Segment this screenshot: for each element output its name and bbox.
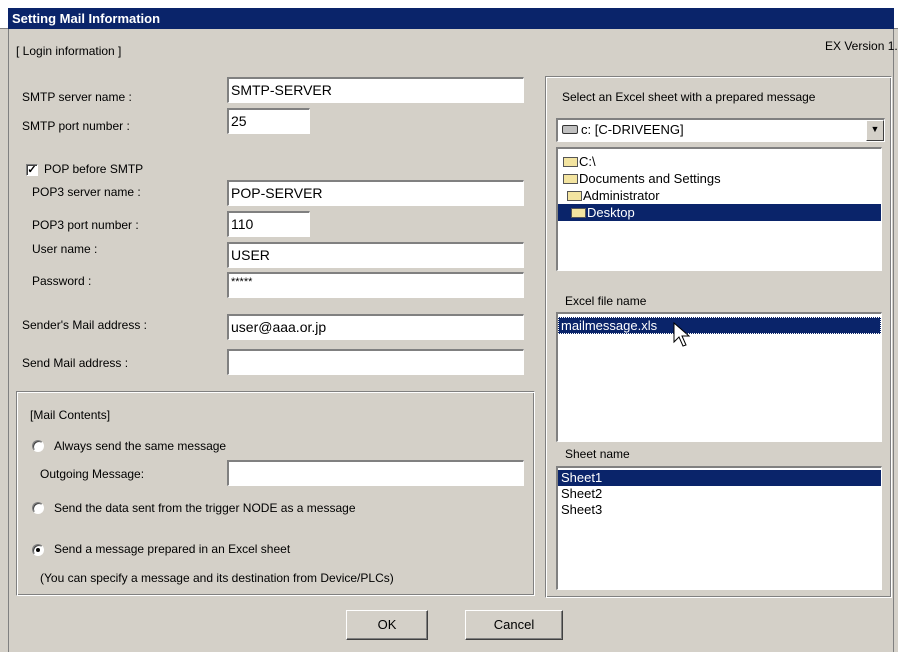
pop3-port-field[interactable]: 110 xyxy=(227,211,310,237)
window-right-edge xyxy=(893,29,894,652)
password-label: Password : xyxy=(32,274,92,288)
sheet-list[interactable]: Sheet1 Sheet2 Sheet3 xyxy=(556,466,882,590)
version-label: EX Version 1.00 xyxy=(825,39,898,53)
login-section-label: [ Login information ] xyxy=(16,44,122,58)
trigger-node-message-label: Send the data sent from the trigger NODE… xyxy=(54,501,356,515)
chevron-down-icon[interactable]: ▼ xyxy=(866,120,884,141)
user-name-label: User name : xyxy=(32,242,98,256)
window-left-edge xyxy=(8,29,9,652)
file-item[interactable]: mailmessage.xls xyxy=(558,317,881,334)
hard-drive-icon xyxy=(562,125,578,135)
drive-select[interactable]: c: [C-DRIVEENG] ▼ xyxy=(556,118,885,142)
excel-file-list[interactable]: mailmessage.xls xyxy=(556,312,882,442)
folder-item[interactable]: Desktop xyxy=(558,204,881,221)
folder-tree[interactable]: C:\ Documents and Settings Administrator… xyxy=(556,147,882,271)
sheet-item[interactable]: Sheet2 xyxy=(558,486,881,502)
excel-file-name-label: Excel file name xyxy=(565,294,647,308)
pop3-server-field[interactable]: POP-SERVER xyxy=(227,180,524,206)
sender-address-field[interactable]: user@aaa.or.jp xyxy=(227,314,524,340)
ok-button[interactable]: OK xyxy=(346,610,428,640)
sheet-name-label: Sheet name xyxy=(565,447,630,461)
password-field[interactable]: ***** xyxy=(227,272,524,298)
smtp-server-field[interactable]: SMTP-SERVER xyxy=(227,77,524,103)
excel-sheet-heading: Select an Excel sheet with a prepared me… xyxy=(562,90,816,104)
folder-icon xyxy=(563,173,578,184)
smtp-port-field[interactable]: 25 xyxy=(227,108,310,134)
folder-item[interactable]: C:\ xyxy=(558,153,881,170)
mouse-pointer-icon xyxy=(673,322,691,347)
sender-address-label: Sender's Mail address : xyxy=(22,318,148,332)
window-title: Setting Mail Information xyxy=(8,8,894,29)
smtp-server-label: SMTP server name : xyxy=(22,90,132,104)
outgoing-message-label: Outgoing Message: xyxy=(40,467,145,481)
folder-item[interactable]: Documents and Settings xyxy=(558,170,881,187)
title-bar: Setting Mail Information xyxy=(0,0,898,29)
always-same-message-radio[interactable] xyxy=(32,440,44,452)
drive-select-value: c: [C-DRIVEENG] xyxy=(581,122,684,137)
folder-icon xyxy=(567,190,582,201)
pop-before-smtp-label: POP before SMTP xyxy=(44,162,144,176)
folder-icon xyxy=(571,207,586,218)
outgoing-message-field[interactable] xyxy=(227,460,524,486)
smtp-port-label: SMTP port number : xyxy=(22,119,130,133)
pop3-server-label: POP3 server name : xyxy=(32,185,141,199)
folder-item[interactable]: Administrator xyxy=(558,187,881,204)
excel-message-radio[interactable] xyxy=(32,544,44,556)
pop3-port-label: POP3 port number : xyxy=(32,218,139,232)
mail-contents-label: [Mail Contents] xyxy=(30,408,111,422)
send-address-field[interactable] xyxy=(227,349,524,375)
sheet-item[interactable]: Sheet3 xyxy=(558,502,881,518)
pop-before-smtp-checkbox[interactable]: ✓ xyxy=(26,164,38,176)
always-same-message-label: Always send the same message xyxy=(54,439,227,453)
excel-message-note: (You can specify a message and its desti… xyxy=(40,571,394,585)
sheet-item[interactable]: Sheet1 xyxy=(558,470,881,486)
excel-message-label: Send a message prepared in an Excel shee… xyxy=(54,542,291,556)
user-name-field[interactable]: USER xyxy=(227,242,524,268)
folder-icon xyxy=(563,156,578,167)
send-address-label: Send Mail address : xyxy=(22,356,129,370)
trigger-node-message-radio[interactable] xyxy=(32,502,44,514)
cancel-button[interactable]: Cancel xyxy=(465,610,563,640)
